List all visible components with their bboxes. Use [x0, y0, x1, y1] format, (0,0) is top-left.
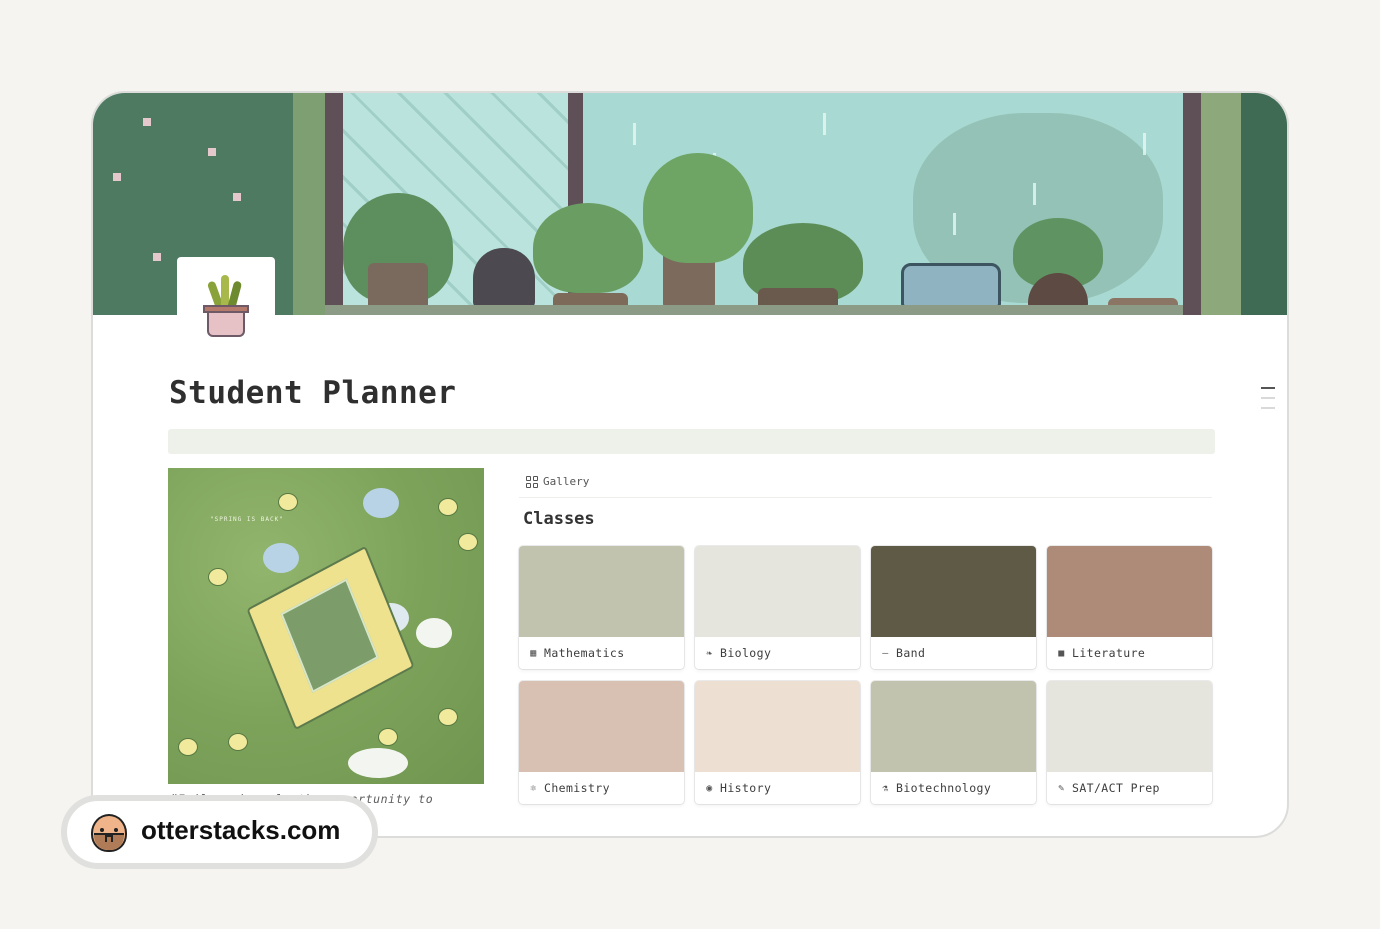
gallery-card-mathematics[interactable]: ▦ Mathematics — [519, 546, 684, 669]
otter-logo-icon — [91, 814, 127, 852]
calculator-icon: ▦ — [530, 647, 537, 659]
bird — [263, 543, 299, 573]
image-caption-text: "SPRING IS BACK" — [210, 516, 284, 523]
bird — [348, 748, 408, 778]
watermark-site: otterstacks.com — [141, 815, 341, 845]
divider — [519, 497, 1212, 498]
window-sill — [325, 305, 1201, 315]
banner-blossom — [153, 253, 161, 261]
banner-jar — [901, 263, 1001, 308]
window-frame — [1183, 93, 1201, 315]
book — [246, 545, 415, 731]
card-title: SAT/ACT Prep — [1072, 781, 1160, 795]
card-title: Chemistry — [544, 781, 610, 795]
bird — [416, 618, 452, 648]
atom-icon: ⚛ — [530, 782, 537, 794]
banner-vase — [473, 248, 535, 308]
banner-wall-right — [1201, 93, 1241, 315]
pencil-icon: ✎ — [1058, 782, 1065, 794]
banner-blossom — [113, 173, 121, 181]
flower — [278, 493, 298, 511]
gallery-card-sat-act-prep[interactable]: ✎ SAT/ACT Prep — [1047, 681, 1212, 804]
gallery-grid-icon — [526, 475, 538, 488]
card-title: Mathematics — [544, 646, 625, 660]
card-cover — [695, 681, 860, 772]
banner-ivy — [1241, 93, 1287, 315]
card-title: Literature — [1072, 646, 1146, 660]
globe-icon: ◉ — [706, 782, 713, 794]
banner-wall — [293, 93, 325, 315]
gallery-view-tab[interactable]: Gallery — [526, 475, 589, 488]
view-tab-label: Gallery — [543, 475, 590, 488]
notion-page-window: Student Planner "SPRING IS BACK" “Failur… — [91, 91, 1289, 838]
card-cover — [695, 546, 860, 637]
rain-drop — [1143, 133, 1146, 155]
card-cover — [871, 546, 1036, 637]
gallery-card-literature[interactable]: ■ Literature — [1047, 546, 1212, 669]
card-cover — [1047, 546, 1212, 637]
flute-icon: — — [882, 647, 889, 659]
banner-blossom — [208, 148, 216, 156]
page-title[interactable]: Student Planner — [169, 375, 456, 411]
card-title: History — [720, 781, 772, 795]
leaf-icon: ❧ — [706, 647, 713, 659]
card-cover — [519, 546, 684, 637]
flower — [208, 568, 228, 586]
flask-icon: ⚗ — [882, 782, 889, 794]
page-icon-potted-plant[interactable] — [177, 257, 275, 355]
gallery-card-band[interactable]: — Band — [871, 546, 1036, 669]
card-cover — [871, 681, 1036, 772]
banner-blossom — [233, 193, 241, 201]
watermark-badge[interactable]: otterstacks.com — [61, 795, 378, 869]
flower — [438, 708, 458, 726]
window-frame — [325, 93, 343, 315]
card-cover — [1047, 681, 1212, 772]
gallery-card-biotechnology[interactable]: ⚗ Biotechnology — [871, 681, 1036, 804]
callout-block[interactable] — [168, 429, 1215, 454]
rain-drop — [823, 113, 826, 135]
banner-plant — [643, 153, 753, 263]
gallery-card-chemistry[interactable]: ⚛ Chemistry — [519, 681, 684, 804]
card-title: Biotechnology — [896, 781, 992, 795]
banner-pot — [368, 263, 428, 308]
rain-drop — [1033, 183, 1036, 205]
flower — [458, 533, 478, 551]
flower — [438, 498, 458, 516]
database-title[interactable]: Classes — [523, 509, 595, 529]
pot-icon — [203, 305, 249, 313]
card-cover — [519, 681, 684, 772]
bird — [363, 488, 399, 518]
banner-blossom — [143, 118, 151, 126]
card-title: Biology — [720, 646, 772, 660]
flower — [228, 733, 248, 751]
plant-leaves-icon — [206, 273, 247, 308]
table-of-contents-icon[interactable] — [1261, 385, 1277, 413]
card-title: Band — [896, 646, 926, 660]
gallery-card-history[interactable]: ◉ History — [695, 681, 860, 804]
gallery-card-biology[interactable]: ❧ Biology — [695, 546, 860, 669]
pot-body — [207, 313, 245, 337]
flower — [178, 738, 198, 756]
flower — [378, 728, 398, 746]
rain-drop — [953, 213, 956, 235]
banner-plant — [533, 203, 643, 293]
gallery-cards: ▦ Mathematics ❧ Biology — Band ■ Literature … — [519, 546, 1213, 804]
spring-illustration-image: "SPRING IS BACK" — [168, 468, 484, 784]
book-icon: ■ — [1058, 647, 1065, 659]
rain-drop — [633, 123, 636, 145]
